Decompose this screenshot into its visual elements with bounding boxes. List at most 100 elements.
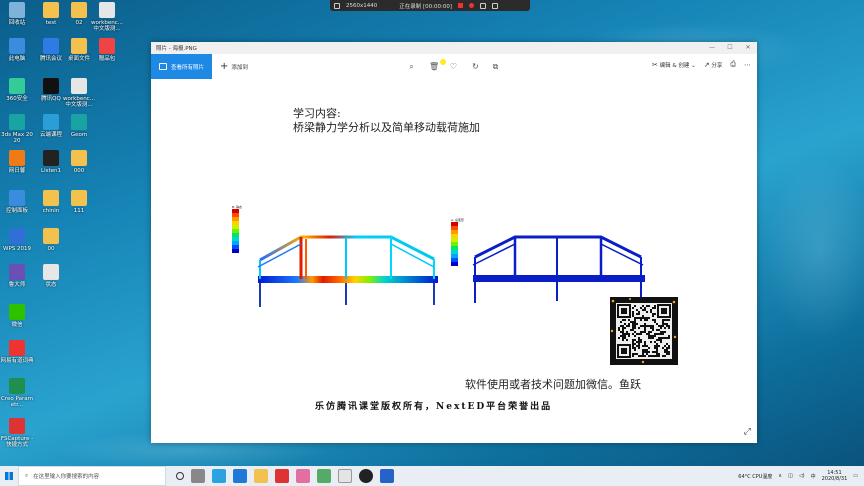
desktop-icon[interactable]: 网易有道词典 [0,340,34,364]
fscapture-icon[interactable] [275,469,289,483]
bridge-figures [257,235,645,307]
photos-app-icon[interactable] [380,469,394,483]
minimize-icon[interactable]: — [703,42,721,54]
desktop-icon[interactable]: workbenc... 中文版测... [62,78,96,108]
desktop-icon[interactable]: 控制面板 [0,190,34,214]
crop-icon[interactable]: ⧉ [491,62,500,71]
app-icon [9,264,25,280]
desktop-icon[interactable]: Geom [62,114,96,138]
app-icon [9,340,25,356]
close-icon[interactable]: ✕ [739,42,757,54]
print-icon[interactable]: ⎙ [730,60,736,69]
windows-icon [5,472,13,480]
app-icon [43,150,59,166]
heart-icon[interactable]: ♡ [449,62,458,71]
search-placeholder: 在这里输入你要搜索的内容 [33,474,100,480]
app-icon [43,114,59,130]
app-icon [71,2,87,18]
ime-indicator[interactable]: 中 [811,473,816,480]
network-icon[interactable]: ◫ [788,473,793,479]
window-title: 照片 - 海报.PNG [156,46,197,52]
desktop-icon[interactable]: 000 [62,150,96,174]
app-icon [71,190,87,206]
volume-icon[interactable]: ◁) [799,473,805,479]
pause-icon[interactable] [458,3,463,8]
app-icon-2[interactable] [296,469,310,483]
app-icon [71,38,87,54]
tray-expand-icon[interactable]: ∧ [778,473,782,479]
notification-icon[interactable]: ▭ [853,473,858,479]
desktop-icon-label: 微信 [11,322,23,328]
stop-icon[interactable] [469,3,474,8]
delete-icon[interactable]: 🗑 [429,62,439,71]
app-icon [99,2,115,18]
more-icon[interactable]: ⋯ [744,61,751,69]
cortana-icon[interactable] [176,472,184,480]
recorder-icon[interactable] [359,469,373,483]
desktop-icon[interactable]: 360安全 [0,78,34,102]
cursor-highlight [440,59,446,65]
desktop-icon-label: workbenc... 中文版测... [63,96,95,108]
desktop-icon[interactable]: 3ds Max 2020 [0,114,34,144]
edge-icon[interactable] [233,469,247,483]
clock[interactable]: 14:51 2020/8/31 [822,470,848,482]
desktop-icon[interactable]: 00 [34,228,68,252]
fullscreen-icon[interactable]: ⤢ [744,427,751,437]
desktop-icon[interactable]: 鲁大师 [0,264,34,288]
app-icon [43,264,59,280]
plus-icon: + [220,60,229,72]
task-view-icon[interactable] [191,469,205,483]
desktop-icon[interactable]: 此电脑 [0,38,34,62]
add-to-label: 添加到 [231,64,248,71]
app-icon [9,304,25,320]
app-icon [43,38,59,54]
desktop-icon[interactable]: 111 [62,190,96,214]
screen-recording-bar: 2560x1440 正在录制 [00:00:00] [330,0,530,11]
right-bridge-model [472,235,645,303]
app-icon [99,38,115,54]
share-button[interactable]: ↗ 分享 [704,61,723,69]
recording-status: 正在录制 [00:00:00] [399,3,452,10]
qr-code [610,297,678,365]
pen-icon[interactable] [492,2,498,9]
app-icon-1[interactable] [212,469,226,483]
mic-icon[interactable] [334,2,340,9]
desktop-icon-label: 鲁大师 [8,282,26,288]
desktop-icon-label: 此电脑 [8,56,26,62]
file-explorer-icon[interactable] [254,469,268,483]
camera-icon[interactable] [480,2,486,9]
app-icon [71,78,87,94]
desktop-icon[interactable]: Creo Parametr... [0,378,34,408]
window-titlebar: 照片 - 海报.PNG — ☐ ✕ [151,42,757,54]
desktop-icon-label: 回收站 [8,20,26,26]
desktop-icon-label: Geom [70,132,88,138]
desktop-icon-label: 360安全 [6,96,28,102]
taskbar-search[interactable]: ⌕ 在这里输入你要搜索的内容 [18,466,166,486]
desktop-icon[interactable]: FSCapture - 快捷方式 [0,418,34,448]
app-icon [9,190,25,206]
start-button[interactable] [0,466,18,486]
maximize-icon[interactable]: ☐ [721,42,739,54]
app-icon-4[interactable] [338,469,352,483]
desktop-icon[interactable]: 微信 [0,304,34,328]
desktop-icon[interactable]: 状态 [34,264,68,288]
desktop-icon-label: 控制面板 [5,208,28,214]
desktop-icon-label: Creo Parametr... [1,396,33,408]
desktop-icon[interactable]: workbenc... 中文版测... [90,2,124,32]
view-all-photos-button[interactable]: 查看所有照片 [151,54,213,79]
app-icon [43,78,59,94]
add-to-button[interactable]: + 添加到 [220,60,248,72]
desktop-icon-label: FSCapture - 快捷方式 [0,436,34,448]
zoom-icon[interactable]: ⌕ [407,62,416,71]
desktop-icon[interactable]: 回收站 [0,2,34,26]
app-icon-3[interactable] [317,469,331,483]
desktop-icon[interactable]: 赠品包 [90,38,124,62]
desktop-icon-label: 111 [73,208,85,214]
photos-toolbar: 查看所有照片 + 添加到 ⌕ 🗑 ♡ ↻ ⧉ ✂ 编辑 & 创建 ⌄ ↗ 分享 … [151,54,757,79]
rotate-icon[interactable]: ↻ [471,62,480,71]
desktop-icon[interactable]: WPS 2019 [0,228,34,252]
desktop-icon-label: 状态 [45,282,57,288]
desktop-icon[interactable]: 网日馨 [0,150,34,174]
edit-create-button[interactable]: ✂ 编辑 & 创建 ⌄ [652,61,696,69]
search-icon: ⌕ [25,472,29,479]
